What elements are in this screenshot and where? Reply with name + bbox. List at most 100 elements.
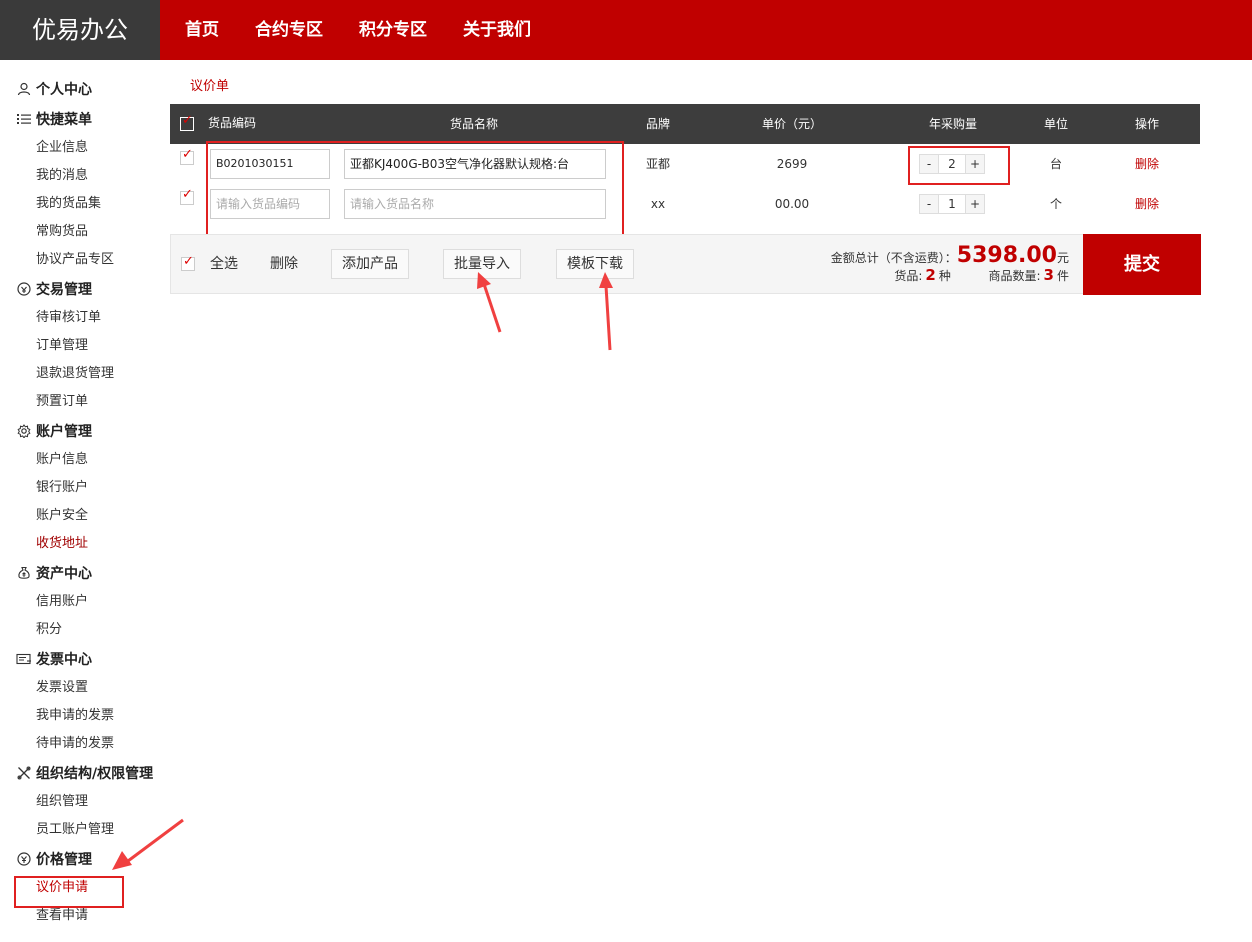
currency-label: 元	[1056, 251, 1069, 265]
sidebar-item-bank-account[interactable]: 银行账户	[0, 474, 160, 502]
brand-value: xx	[650, 197, 666, 211]
action-bar: 全选 删除 添加产品 批量导入 模板下载 金额总计（不含运费）：5398.00元…	[170, 234, 1201, 295]
quantity-stepper: - 1 +	[919, 194, 985, 214]
list-icon	[16, 111, 32, 127]
header-operation: 操作	[1134, 117, 1159, 131]
annotation-arrow-icon	[477, 272, 502, 333]
header-select-all-checkbox[interactable]	[180, 104, 194, 144]
add-product-button[interactable]: 添加产品	[331, 249, 409, 279]
sidebar-group-label: 发票中心	[36, 652, 92, 668]
nav-points[interactable]: 积分专区	[359, 0, 427, 60]
sidebar-item-pending-orders[interactable]: 待审核订单	[0, 304, 160, 332]
row-checkbox[interactable]	[180, 184, 194, 224]
money-bag-icon	[16, 565, 32, 581]
submit-button[interactable]: 提交	[1083, 234, 1201, 295]
sidebar-item-refunds[interactable]: 退款退货管理	[0, 360, 160, 388]
sidebar-group-shortcuts[interactable]: 快捷菜单	[0, 104, 160, 134]
quantity-count-unit: 件	[1056, 269, 1069, 283]
sidebar-group-account[interactable]: 账户管理	[0, 416, 160, 446]
header-goods-code: 货品编码	[208, 116, 257, 130]
total-label: 金额总计（不含运费）：	[830, 251, 957, 265]
sidebar-group-label: 价格管理	[36, 852, 92, 868]
sidebar-item-frequent-goods[interactable]: 常购货品	[0, 218, 160, 246]
goods-count-unit: 种	[938, 269, 951, 283]
footer-select-all-checkbox[interactable]	[181, 254, 195, 275]
header-annual-qty: 年采购量	[928, 117, 977, 131]
sidebar-group-personal[interactable]: 个人中心	[0, 74, 160, 104]
checkbox-icon	[180, 148, 194, 165]
delete-link[interactable]: 删除	[1117, 184, 1177, 224]
price-icon	[16, 851, 32, 867]
sidebar-item-pending-invoices[interactable]: 待申请的发票	[0, 730, 160, 758]
header-brand: 品牌	[645, 117, 670, 131]
header-goods-name: 货品名称	[449, 117, 498, 131]
sidebar-group-organization[interactable]: 组织结构/权限管理	[0, 758, 160, 788]
increment-button[interactable]: +	[966, 195, 984, 213]
goods-count: 2	[925, 266, 936, 284]
sidebar-item-order-management[interactable]: 订单管理	[0, 332, 160, 360]
sidebar-group-invoice[interactable]: 发票中心	[0, 644, 160, 674]
sidebar-item-credit-account[interactable]: 信用账户	[0, 588, 160, 616]
sidebar-item-org-management[interactable]: 组织管理	[0, 788, 160, 816]
delete-link[interactable]: 删除	[1117, 144, 1177, 184]
sidebar-item-account-security[interactable]: 账户安全	[0, 502, 160, 530]
sidebar-group-label: 组织结构/权限管理	[36, 766, 154, 782]
annotation-input-box	[206, 141, 624, 242]
quantity-value[interactable]: 1	[938, 195, 966, 213]
nav-about[interactable]: 关于我们	[463, 0, 531, 60]
quantity-count-label: 商品数量:	[988, 269, 1041, 283]
main-nav: 首页 合约专区 积分专区 关于我们	[160, 0, 542, 60]
delete-selected-button[interactable]: 删除	[270, 249, 298, 279]
gear-icon	[16, 423, 32, 439]
sidebar-item-preset-orders[interactable]: 预置订单	[0, 388, 160, 416]
breadcrumb[interactable]: 议价单	[190, 75, 229, 94]
sidebar-group-label: 资产中心	[36, 566, 92, 582]
site-logo[interactable]: 优易办公	[0, 0, 160, 60]
user-icon	[16, 81, 32, 97]
sidebar-item-account-info[interactable]: 账户信息	[0, 446, 160, 474]
nav-home[interactable]: 首页	[185, 0, 219, 60]
annotation-arrow-icon	[112, 818, 184, 870]
annotation-highlight-box	[14, 876, 124, 908]
goods-count-label: 货品:	[894, 269, 923, 283]
total-amount: 5398.00	[956, 243, 1057, 268]
sidebar-item-invoice-settings[interactable]: 发票设置	[0, 674, 160, 702]
annotation-arrow-icon	[599, 272, 613, 351]
invoice-icon	[16, 651, 32, 667]
annotation-quantity-box	[908, 146, 1010, 185]
sidebar-item-company-info[interactable]: 企业信息	[0, 134, 160, 162]
sidebar-item-agreement-zone[interactable]: 协议产品专区	[0, 246, 160, 274]
tools-icon	[16, 765, 32, 781]
select-all-label[interactable]: 全选	[210, 249, 238, 279]
nav-contract[interactable]: 合约专区	[255, 0, 323, 60]
checkbox-icon	[181, 254, 195, 271]
sidebar-group-label: 个人中心	[36, 82, 92, 98]
row-checkbox[interactable]	[180, 144, 194, 184]
table-header: 货品编码 货品名称 品牌 单价（元） 年采购量 单位 操作	[170, 104, 1200, 144]
unit-price-value: 00.00	[774, 197, 810, 211]
decrement-button[interactable]: -	[920, 195, 938, 213]
order-summary: 金额总计（不含运费）：5398.00元 货品: 2 种 商品数量: 3 件	[831, 243, 1069, 284]
top-bar: 优易办公 首页 合约专区 积分专区 关于我们	[0, 0, 1252, 60]
sidebar-item-my-invoices[interactable]: 我申请的发票	[0, 702, 160, 730]
checkbox-icon	[180, 114, 194, 131]
sidebar-group-label: 账户管理	[36, 424, 92, 440]
sidebar-item-shipping-address[interactable]: 收货地址	[0, 530, 160, 558]
sidebar-group-assets[interactable]: 资产中心	[0, 558, 160, 588]
sidebar-group-trade[interactable]: 交易管理	[0, 274, 160, 304]
sidebar-item-messages[interactable]: 我的消息	[0, 162, 160, 190]
trade-icon	[16, 281, 32, 297]
sidebar-group-label: 快捷菜单	[36, 112, 92, 128]
quantity-count: 3	[1043, 266, 1054, 284]
sidebar-item-goods-set[interactable]: 我的货品集	[0, 190, 160, 218]
header-unit: 单位	[1043, 117, 1068, 131]
sidebar: 个人中心 快捷菜单 企业信息 我的消息 我的货品集 常购货品 协议产品专区 交易…	[0, 74, 160, 930]
unit-value: 个	[1049, 197, 1062, 211]
sidebar-item-points[interactable]: 积分	[0, 616, 160, 644]
brand-value: 亚都	[645, 157, 670, 171]
unit-value: 台	[1049, 157, 1062, 171]
checkbox-icon	[180, 188, 194, 205]
sidebar-group-label: 交易管理	[36, 282, 92, 298]
unit-price-value: 2699	[776, 157, 808, 171]
header-unit-price: 单价（元）	[761, 117, 822, 131]
